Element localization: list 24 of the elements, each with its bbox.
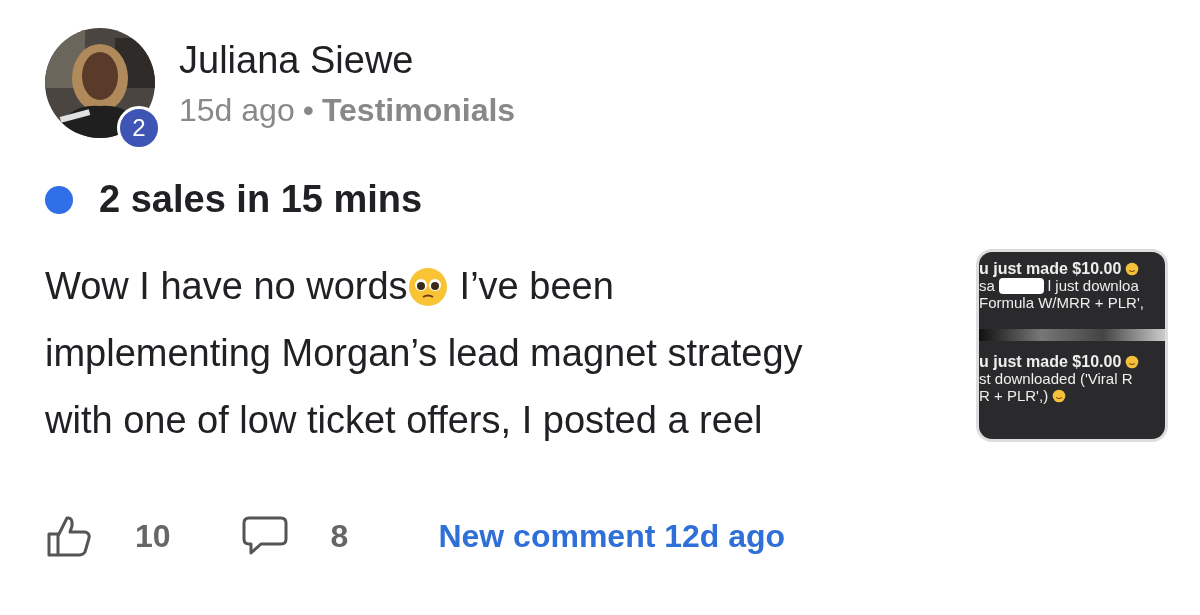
- notification-text: R + PLR',): [979, 387, 1049, 404]
- notification-text: st downloaded ('Viral R: [979, 370, 1133, 387]
- redaction-blot: [998, 277, 1044, 294]
- attachment-thumbnail[interactable]: u just made $10.00 sa l just downloa Formula W/MRR + PLR', u just made $10.00 st downloaded ('Viral R R + PLR',): [976, 249, 1168, 442]
- thumbs-up-icon: [45, 514, 93, 558]
- comments-button[interactable]: 8: [240, 514, 349, 558]
- separator-dot: •: [302, 92, 314, 129]
- author-name[interactable]: Juliana Siewe: [179, 36, 516, 84]
- post-text: I’ve been: [459, 264, 614, 309]
- new-comment-link[interactable]: New comment 12d ago: [438, 517, 786, 555]
- notification-text: sa: [979, 277, 995, 294]
- post-title[interactable]: 2 sales in 15 mins: [99, 178, 423, 221]
- like-button[interactable]: 10: [45, 514, 171, 558]
- notification-text: l just downloa: [1047, 277, 1139, 294]
- pleading-face-icon: [407, 266, 448, 307]
- notification-text: Formula W/MRR + PLR',: [979, 294, 1144, 311]
- notification-text: u just made $10.00: [979, 353, 1122, 370]
- post-text: implementing Morgan’s lead magnet strategy: [45, 331, 803, 376]
- post-text: Wow I have no words: [45, 264, 408, 309]
- post-time: 15d ago: [179, 92, 295, 129]
- notification-text: u just made $10.00: [979, 260, 1122, 277]
- post-text: with one of low ticket offers, I posted a reel: [45, 398, 763, 443]
- category-link[interactable]: Testimonials: [321, 92, 516, 129]
- level-badge: 2: [117, 106, 161, 150]
